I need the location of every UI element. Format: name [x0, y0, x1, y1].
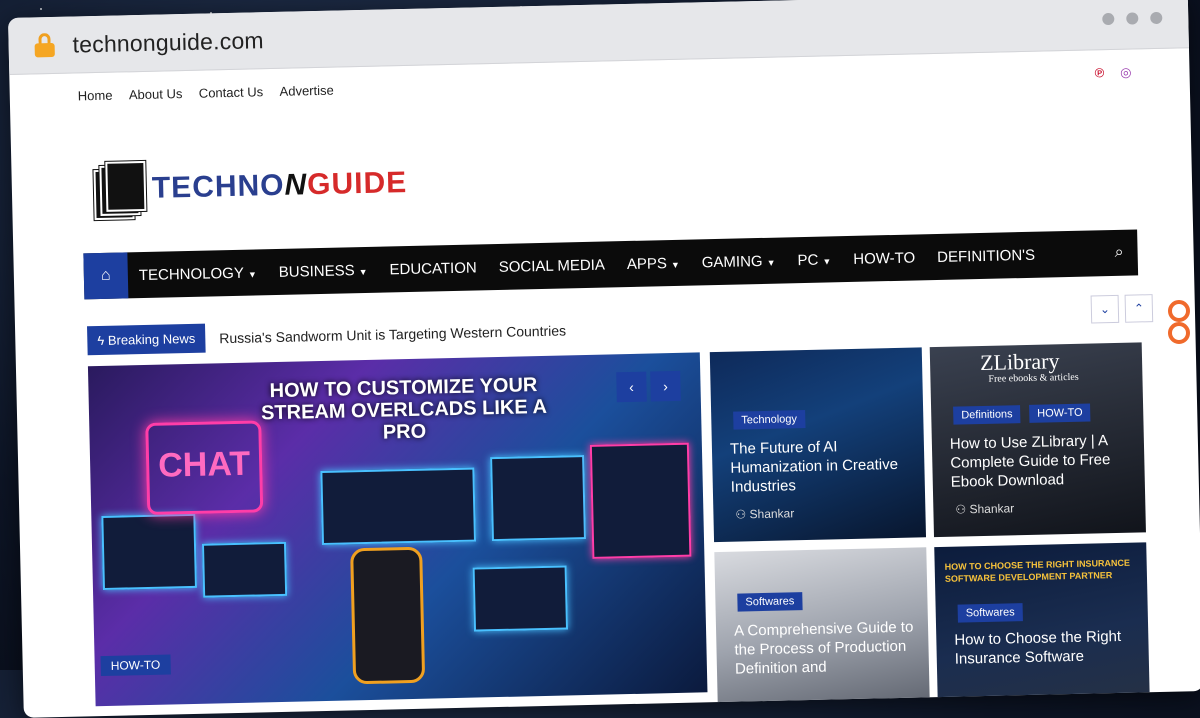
card-title[interactable]: How to Choose the Right Insurance Softwa… — [954, 627, 1137, 669]
logo-text-n: N — [284, 168, 308, 202]
top-nav-advertise[interactable]: Advertise — [279, 83, 334, 99]
card-tag[interactable]: HOW-TO — [1029, 403, 1091, 423]
search-icon[interactable]: ⌕ — [1114, 244, 1123, 262]
user-icon: ⚇ — [955, 502, 967, 517]
hero-screen — [472, 565, 569, 632]
hero-chair — [350, 546, 426, 685]
nav-business[interactable]: BUSINESS ▼ — [268, 261, 379, 281]
nav-apps[interactable]: APPS ▼ — [616, 254, 691, 273]
nav-how-to[interactable]: HOW-TO — [842, 249, 926, 268]
caret-down-icon: ▼ — [670, 259, 680, 270]
article-card[interactable]: ZLibrary Free ebooks & articles Definiti… — [929, 342, 1146, 538]
author-name: Shankar — [969, 501, 1015, 517]
url-text[interactable]: technonguide.com — [72, 27, 264, 58]
social-links: ℗ ◎ — [1094, 65, 1131, 82]
instagram-icon[interactable]: ◎ — [1120, 65, 1132, 81]
nav-label: APPS — [626, 254, 668, 273]
chevron-down-icon[interactable]: ⌄ — [1090, 294, 1120, 324]
main-nav: ⌂ TECHNOLOGY ▼ BUSINESS ▼ EDUCATION SOCIAL… — [83, 229, 1139, 300]
chevron-left-icon[interactable]: ‹ — [616, 371, 647, 403]
hero-screen — [589, 442, 692, 559]
chevron-right-icon[interactable]: › — [650, 370, 681, 402]
hero-screen — [101, 513, 197, 590]
breaking-news-headline[interactable]: Russia's Sandworm Unit is Targeting West… — [219, 322, 566, 346]
nav-label: DEFINITION'S — [936, 246, 1036, 266]
link-icon — [1168, 300, 1190, 322]
card-headline-banner: HOW TO CHOOSE THE RIGHT INSURANCE SOFTWA… — [944, 557, 1131, 584]
hero-screen — [490, 455, 586, 542]
chevron-up-icon[interactable]: ⌃ — [1124, 294, 1154, 323]
nav-label: SOCIAL MEDIA — [498, 256, 606, 276]
dot-icon — [1150, 11, 1163, 25]
card-title[interactable]: The Future of AI Humanization in Creativ… — [730, 436, 913, 497]
card-tag[interactable]: Definitions — [953, 405, 1021, 425]
nav-label: GAMING — [701, 252, 763, 271]
caret-down-icon: ▼ — [247, 268, 257, 280]
card-author: ⚇ Shankar — [955, 501, 1014, 516]
lock-icon — [34, 33, 55, 58]
nav-education[interactable]: EDUCATION — [378, 259, 488, 278]
card-author: ⚇ Shankar — [735, 506, 794, 521]
caret-down-icon: ▼ — [822, 255, 832, 267]
browser-window: technonguide.com Home About Us Contact U… — [8, 0, 1200, 718]
nav-label: HOW-TO — [853, 248, 916, 268]
nav-label: PC — [797, 251, 819, 269]
hero-screen — [201, 541, 288, 598]
home-icon[interactable]: ⌂ — [83, 252, 129, 300]
breaking-news-badge: ϟ Breaking News — [87, 323, 206, 356]
breaking-news: ϟ Breaking News Russia's Sandworm Unit i… — [87, 315, 566, 356]
dot-icon — [1102, 12, 1115, 26]
nav-label: TECHNOLOGY — [138, 264, 245, 284]
author-name: Shankar — [749, 506, 795, 522]
article-card[interactable]: Technology The Future of AI Humanization… — [709, 347, 927, 543]
window-controls — [1102, 11, 1163, 26]
breaking-news-controls: ⌄ ⌃ — [1090, 294, 1154, 324]
logo-pages-icon — [93, 160, 147, 221]
nav-social-media[interactable]: SOCIAL MEDIA — [488, 256, 616, 276]
dot-icon — [1126, 12, 1139, 25]
nav-gaming[interactable]: GAMING ▼ — [691, 252, 787, 271]
top-nav-contact[interactable]: Contact Us — [199, 84, 264, 100]
card-tag[interactable]: Softwares — [957, 603, 1023, 623]
article-card[interactable]: HOW TO CHOOSE THE RIGHT INSURANCE SOFTWA… — [934, 542, 1151, 718]
top-nav-about[interactable]: About Us — [129, 86, 183, 102]
card-tag[interactable]: Technology — [733, 410, 806, 430]
logo-text-guide: GUIDE — [306, 165, 408, 202]
guestpostlinks-text: GUESTPOSTLINKS — [1164, 91, 1191, 327]
nav-technology[interactable]: TECHNOLOGY ▼ — [128, 264, 268, 284]
card-brand-sub: Free ebooks & articles — [988, 371, 1079, 385]
hero-tag[interactable]: HOW-TO — [100, 654, 171, 677]
card-title[interactable]: How to Use ZLibrary | A Complete Guide t… — [950, 431, 1133, 492]
top-nav: Home About Us Contact Us Advertise — [78, 81, 346, 105]
nav-pc[interactable]: PC ▼ — [786, 251, 842, 269]
caret-down-icon: ▼ — [358, 266, 368, 277]
site-logo[interactable]: TECHNONGUIDE — [93, 155, 408, 221]
card-tag[interactable]: Softwares — [737, 592, 803, 612]
hero-title: HOW TO CUSTOMIZE YOUR STREAM OVERLCADS L… — [260, 374, 548, 444]
top-nav-home[interactable]: Home — [78, 88, 113, 104]
nav-definitions[interactable]: DEFINITION'S — [926, 246, 1046, 266]
article-card[interactable]: Softwares A Comprehensive Guide to the P… — [714, 547, 931, 718]
link-icon — [1168, 322, 1190, 344]
pinterest-icon[interactable]: ℗ — [1094, 65, 1104, 81]
logo-text-techno: TECHNO — [151, 168, 285, 205]
user-icon: ⚇ — [735, 507, 747, 522]
nav-label: EDUCATION — [389, 258, 477, 278]
breaking-news-label: Breaking News — [107, 330, 196, 348]
hero-slide[interactable]: CHAT HOW TO CUSTOMIZE YOUR STREAM OVERLC… — [87, 352, 708, 707]
nav-label: BUSINESS — [278, 261, 355, 281]
lightning-icon: ϟ — [97, 332, 105, 349]
hero-screen — [320, 467, 476, 546]
caret-down-icon: ▼ — [766, 257, 776, 268]
